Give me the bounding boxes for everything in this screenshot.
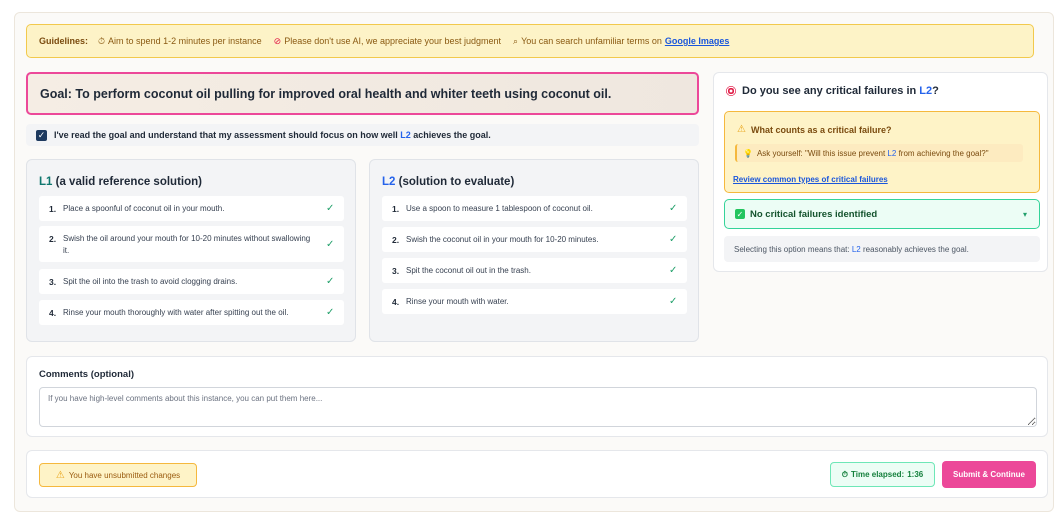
comments-input[interactable]	[39, 387, 1037, 427]
l1-step: 1. Place a spoonful of coconut oil in yo…	[39, 196, 344, 221]
warning-icon: ⚠	[55, 469, 65, 481]
comments-section: Comments (optional)	[26, 356, 1048, 437]
submit-continue-button[interactable]: Submit & Continue	[942, 461, 1036, 488]
check-icon: ✓	[669, 234, 678, 245]
l2-tag: L2	[382, 176, 396, 188]
ask-prefix: Ask yourself: "Will this issue prevent	[756, 148, 886, 158]
acknowledge-row[interactable]: ✓ I've read the goal and understand that…	[26, 124, 699, 146]
guideline-search: ⌕ You can search unfamiliar terms on Goo…	[513, 36, 729, 46]
step-text: Rinse your mouth thoroughly with water a…	[63, 308, 289, 317]
check-icon: ✓	[326, 239, 335, 250]
no-entry-icon: ⊘	[273, 35, 282, 46]
note-ref: L2	[851, 244, 861, 254]
google-images-link[interactable]: Google Images	[665, 36, 730, 46]
step-number: 4.	[392, 297, 400, 307]
acknowledge-suffix: achieves the goal.	[413, 130, 491, 140]
assessment-panel: Do you see any critical failures in L2? …	[713, 72, 1048, 272]
question-ref: L2	[919, 85, 933, 97]
l1-title: L1 (a valid reference solution)	[39, 176, 202, 188]
target-icon	[726, 86, 736, 96]
ask-ref: L2	[887, 148, 897, 158]
checkbox-checked-icon: ✓	[735, 209, 745, 219]
guideline-time: ⏱ Aim to spend 1-2 minutes per instance	[98, 36, 262, 46]
critical-failure-info: ⚠ What counts as a critical failure? 💡 A…	[724, 111, 1040, 193]
time-elapsed-badge: ⏱ Time elapsed: 1:36	[830, 462, 935, 487]
step-text: Spit the oil into the trash to avoid clo…	[63, 277, 238, 286]
l2-title: L2 (solution to evaluate)	[382, 176, 514, 188]
goal-text: Goal: To perform coconut oil pulling for…	[40, 86, 612, 101]
clock-icon: ⏱	[98, 35, 106, 46]
check-icon: ✓	[326, 276, 335, 287]
l2-title-rest: (solution to evaluate)	[398, 176, 515, 188]
guideline-no-ai: ⊘ Please don't use AI, we appreciate you…	[274, 36, 501, 46]
step-number: 2.	[49, 234, 57, 244]
check-icon: ✓	[326, 203, 335, 214]
step-text: Spit the coconut oil out in the trash.	[406, 266, 531, 275]
step-number: 3.	[49, 277, 57, 287]
review-failures-link[interactable]: Review common types of critical failures	[733, 175, 888, 184]
l1-step: 3. Spit the oil into the trash to avoid …	[39, 269, 344, 294]
step-text: Swish the coconut oil in your mouth for …	[406, 235, 599, 244]
guideline-no-ai-text: Please don't use AI, we appreciate your …	[284, 36, 502, 46]
note-prefix: Selecting this option means that:	[734, 244, 850, 254]
step-number: 4.	[49, 308, 57, 318]
l2-step: 4. Rinse your mouth with water. ✓	[382, 289, 687, 314]
failure-select[interactable]: ✓ No critical failures identified ▾	[724, 199, 1040, 229]
guideline-search-text: You can search unfamiliar terms on	[521, 36, 662, 46]
assessment-question: Do you see any critical failures in L2?	[726, 85, 939, 97]
question-prefix: Do you see any critical failures in	[742, 85, 917, 97]
comments-label: Comments (optional)	[39, 369, 134, 380]
guideline-time-text: Aim to spend 1-2 minutes per instance	[108, 36, 262, 46]
unsubmitted-badge: ⚠ You have unsubmitted changes	[39, 463, 197, 487]
footer-bar: ⚠ You have unsubmitted changes ⏱ Time el…	[26, 450, 1048, 498]
acknowledge-checkbox[interactable]: ✓	[36, 129, 47, 141]
selected-option: No critical failures identified	[750, 208, 878, 220]
l1-panel: L1 (a valid reference solution) 1. Place…	[26, 159, 356, 342]
acknowledge-ref: L2	[400, 130, 411, 140]
acknowledge-prefix: I've read the goal and understand that m…	[54, 130, 398, 140]
timer-label: Time elapsed:	[851, 470, 905, 479]
l2-step: 2. Swish the coconut oil in your mouth f…	[382, 227, 687, 252]
step-number: 1.	[49, 204, 57, 214]
step-text: Place a spoonful of coconut oil in your …	[63, 204, 225, 213]
guidelines-title: Guidelines:	[39, 36, 89, 46]
goal-box: Goal: To perform coconut oil pulling for…	[26, 72, 699, 115]
selection-note: Selecting this option means that: L2 rea…	[724, 236, 1040, 262]
l1-title-rest: (a valid reference solution)	[55, 176, 202, 188]
timer-icon: ⏱	[841, 469, 848, 479]
l2-step: 1. Use a spoon to measure 1 tablespoon o…	[382, 196, 687, 221]
question-suffix: ?	[932, 85, 939, 97]
critical-failure-title: ⚠ What counts as a critical failure?	[737, 124, 892, 135]
ask-suffix: from achieving the goal?"	[898, 148, 989, 158]
chevron-down-icon: ▾	[1022, 210, 1027, 219]
note-suffix: reasonably achieves the goal.	[863, 244, 969, 254]
check-icon: ✓	[669, 265, 678, 276]
ask-yourself-note: 💡 Ask yourself: "Will this issue prevent…	[735, 144, 1023, 162]
magnifier-icon: ⌕	[513, 35, 519, 46]
acknowledge-label: I've read the goal and understand that m…	[54, 130, 491, 140]
check-icon: ✓	[326, 307, 335, 318]
step-number: 2.	[392, 235, 400, 245]
warning-icon: ⚠	[737, 124, 746, 135]
step-number: 3.	[392, 266, 400, 276]
step-text: Swish the oil around your mouth for 10-2…	[63, 234, 311, 255]
l2-step: 3. Spit the coconut oil out in the trash…	[382, 258, 687, 283]
critical-title-text: What counts as a critical failure?	[750, 124, 892, 135]
l1-step: 2. Swish the oil around your mouth for 1…	[39, 226, 344, 262]
guidelines-banner: Guidelines: ⏱ Aim to spend 1-2 minutes p…	[26, 24, 1034, 58]
step-number: 1.	[392, 204, 400, 214]
l1-step: 4. Rinse your mouth thoroughly with wate…	[39, 300, 344, 325]
timer-value: 1:36	[907, 470, 924, 479]
l2-panel: L2 (solution to evaluate) 1. Use a spoon…	[369, 159, 699, 342]
step-text: Rinse your mouth with water.	[406, 297, 509, 306]
check-icon: ✓	[669, 203, 678, 214]
lightbulb-icon: 💡	[743, 148, 753, 158]
step-text: Use a spoon to measure 1 tablespoon of c…	[406, 204, 593, 213]
l1-tag: L1	[39, 176, 53, 188]
unsubmitted-text: You have unsubmitted changes	[68, 470, 181, 480]
check-icon: ✓	[669, 296, 678, 307]
